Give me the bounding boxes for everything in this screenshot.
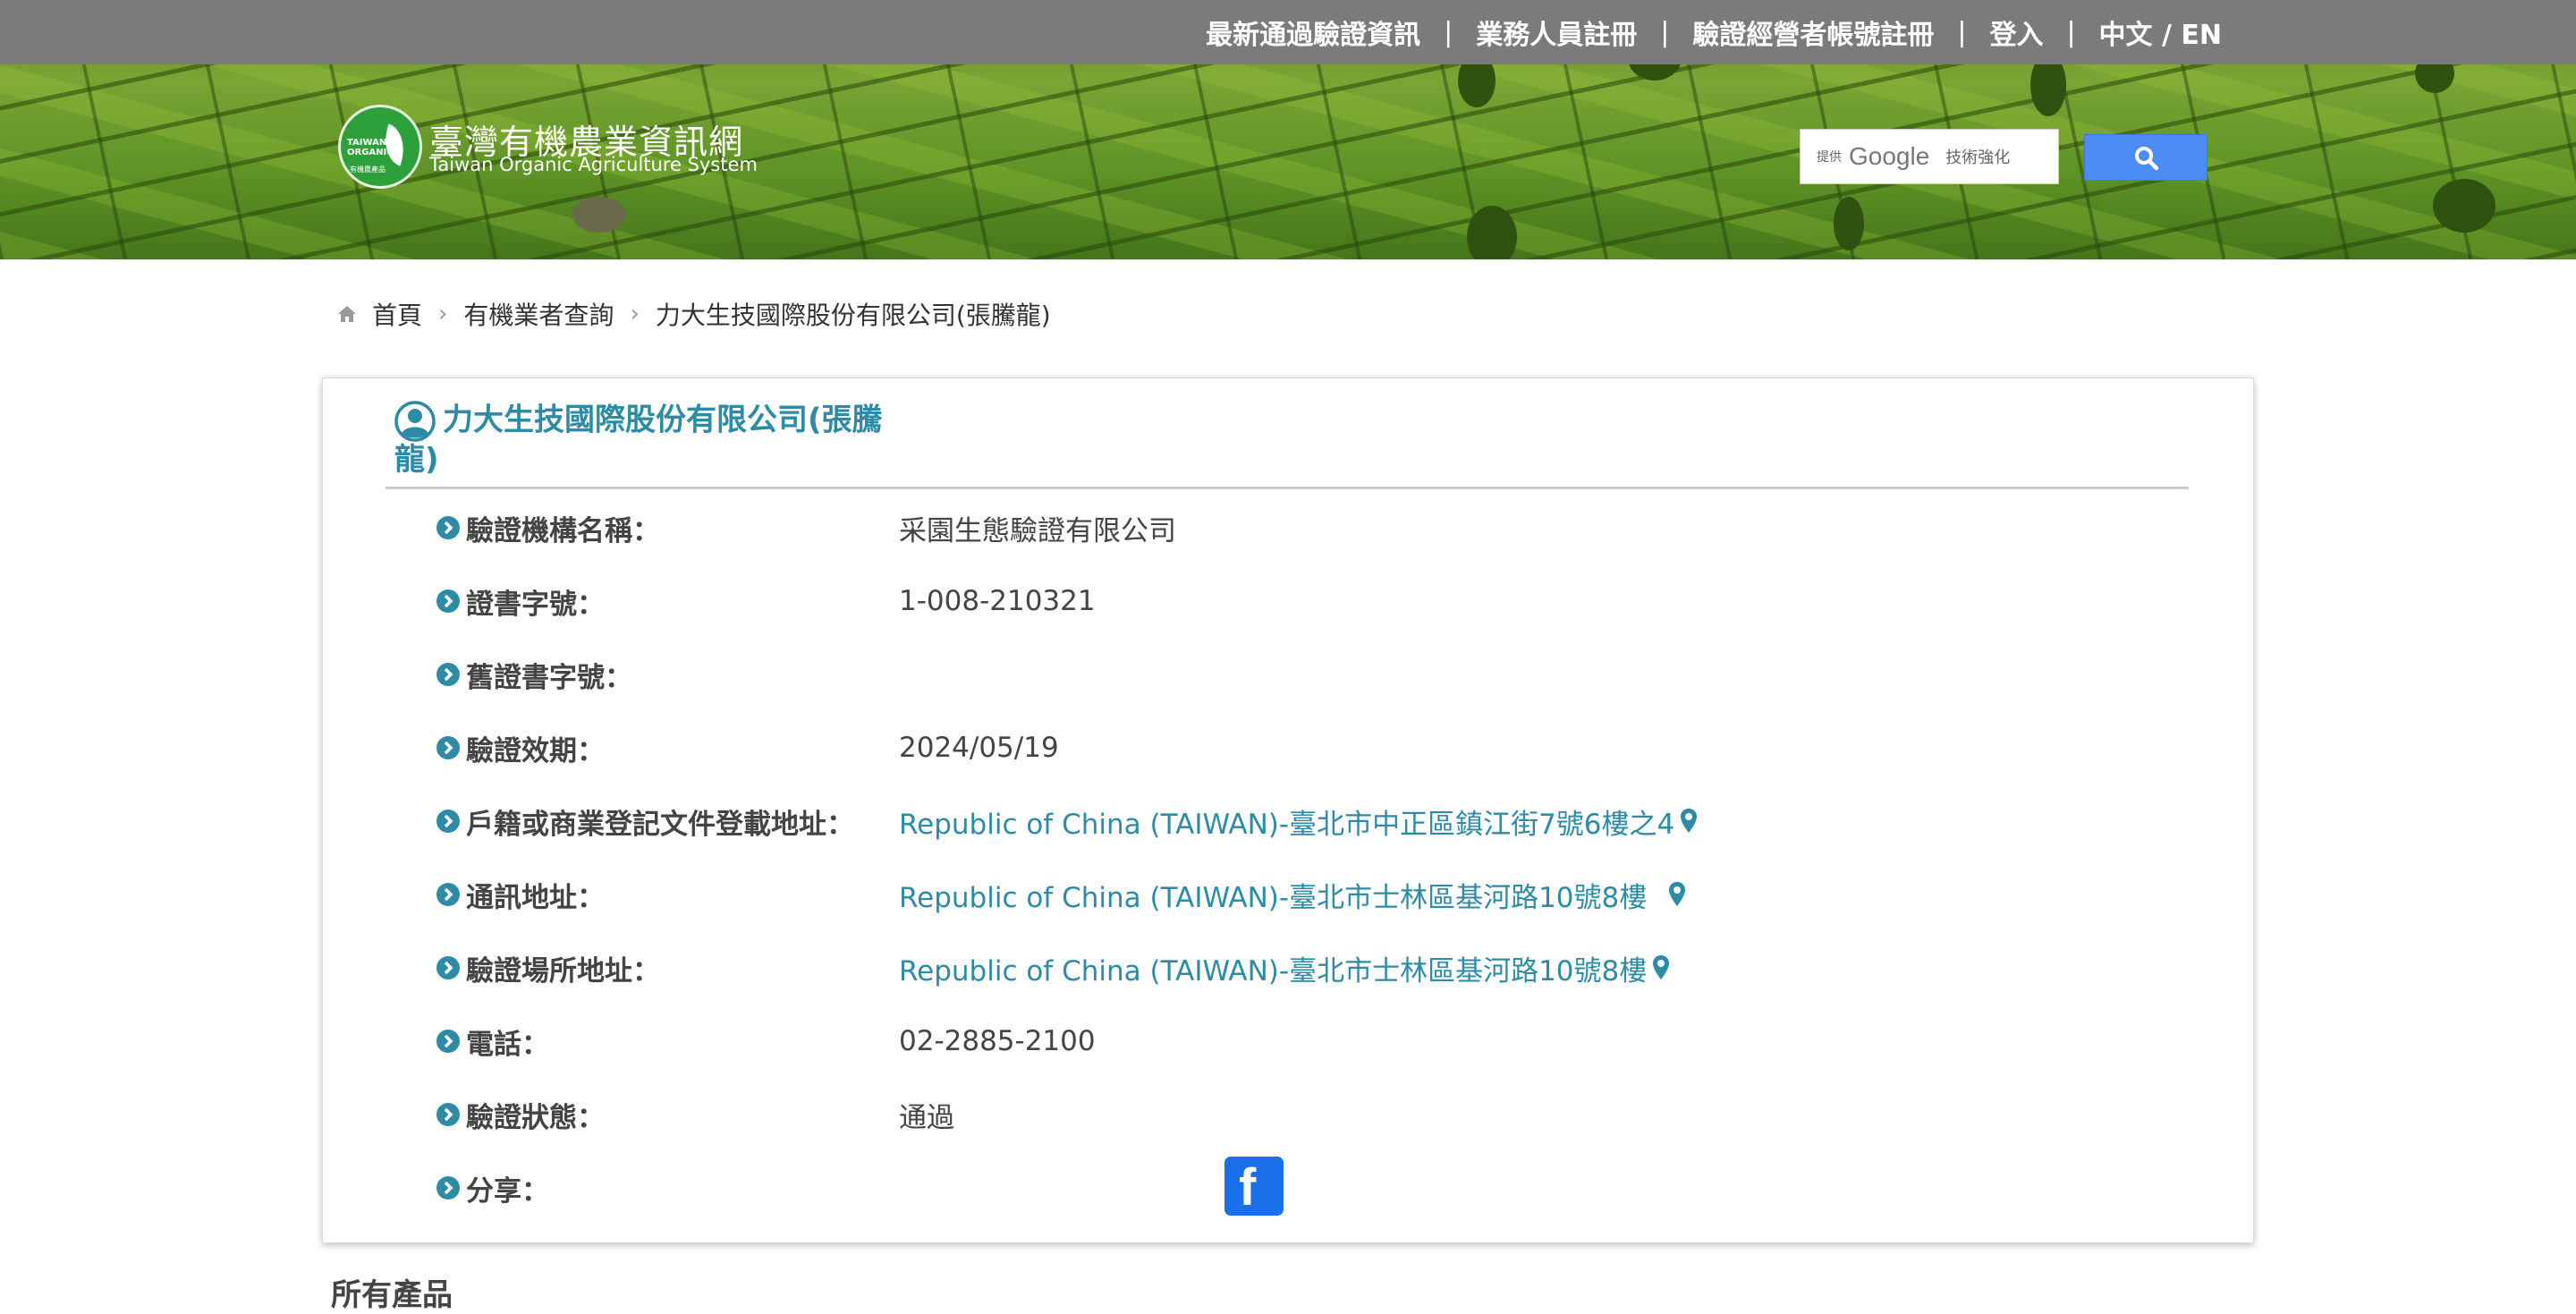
nav-language-switch[interactable]: 中文 / EN bbox=[2099, 13, 2222, 52]
row-label-text: 舊證書字號： bbox=[466, 661, 632, 694]
chevron-circle-right-icon bbox=[436, 589, 460, 613]
chevron-circle-right-icon bbox=[436, 883, 460, 906]
row-label: 驗證效期： bbox=[436, 725, 605, 770]
site-logo[interactable]: TAIWAN ORGANIC 有機農產品 bbox=[338, 105, 422, 189]
nav-divider: | bbox=[1957, 16, 1967, 48]
row-value: 通過 bbox=[899, 1101, 954, 1134]
row-label: 分享： bbox=[436, 1166, 549, 1210]
row-label: 驗證場所地址： bbox=[436, 945, 660, 990]
facebook-share-button[interactable]: f bbox=[1224, 1157, 1284, 1217]
row-label: 電話： bbox=[436, 1019, 549, 1064]
row-label-text: 分享： bbox=[466, 1174, 549, 1208]
user-circle-icon bbox=[394, 401, 436, 442]
row-label: 驗證狀態： bbox=[436, 1092, 605, 1137]
row-value: 采園生態驗證有限公司 bbox=[899, 514, 1176, 547]
search-icon bbox=[2135, 147, 2159, 171]
row-label-text: 電話： bbox=[466, 1028, 549, 1061]
row-label-text: 驗證場所地址： bbox=[466, 954, 660, 988]
row-label-text: 戶籍或商業登記文件登載地址： bbox=[466, 808, 854, 841]
row-label: 戶籍或商業登記文件登載地址： bbox=[436, 799, 854, 844]
row-label: 證書字號： bbox=[436, 579, 605, 623]
chevron-circle-right-icon bbox=[436, 736, 460, 759]
facebook-icon: f bbox=[1239, 1158, 1257, 1217]
products-section-title: 所有產品 bbox=[331, 1277, 453, 1313]
site-subtitle: Taiwan Organic Agriculture System bbox=[429, 154, 758, 175]
mailing-address-link[interactable]: Republic of China (TAIWAN)-臺北市士林區基河路10號8… bbox=[899, 872, 1686, 917]
breadcrumb: 首頁 › 有機業者查詢 › 力大生技國際股份有限公司(張騰龍) bbox=[336, 292, 1051, 336]
row-label-text: 證書字號： bbox=[466, 588, 605, 621]
nav-latest-certification[interactable]: 最新通過驗證資訊 bbox=[1206, 13, 1420, 52]
search-input[interactable]: 提供 Google 技術強化 bbox=[1800, 129, 2059, 184]
nav-login[interactable]: 登入 bbox=[1989, 13, 2043, 52]
row-label: 驗證機構名稱： bbox=[436, 505, 660, 550]
chevron-circle-right-icon bbox=[436, 810, 460, 833]
operator-title: 力大生技國際股份有限公司(張騰龍) bbox=[394, 401, 895, 478]
map-marker-icon bbox=[1681, 809, 1698, 833]
row-label-text: 驗證機構名稱： bbox=[466, 514, 660, 547]
nav-divider: | bbox=[1660, 16, 1670, 48]
breadcrumb-home[interactable]: 首頁 bbox=[372, 296, 422, 332]
logo-text-taiwan: TAIWAN bbox=[347, 138, 387, 148]
row-value-text: Republic of China (TAIWAN)-臺北市中正區鎮江街7號6樓… bbox=[899, 808, 1675, 841]
site-address-link[interactable]: Republic of China (TAIWAN)-臺北市士林區基河路10號8… bbox=[899, 945, 1670, 990]
chevron-right-icon: › bbox=[438, 301, 448, 327]
row-value-text: Republic of China (TAIWAN)-臺北市士林區基河路10號8… bbox=[899, 881, 1657, 914]
chevron-circle-right-icon bbox=[436, 956, 460, 979]
site-header: 最新通過驗證資訊 | 業務人員註冊 | 驗證經營者帳號註冊 | 登入 | 中文 … bbox=[0, 0, 2576, 259]
chevron-right-icon: › bbox=[630, 301, 640, 327]
row-label-text: 驗證狀態： bbox=[466, 1101, 605, 1134]
row-label-text: 通訊地址： bbox=[466, 881, 605, 914]
row-label: 通訊地址： bbox=[436, 872, 605, 917]
row-value: 2024/05/19 bbox=[899, 732, 1059, 764]
row-value: 02-2885-2100 bbox=[899, 1025, 1096, 1057]
chevron-circle-right-icon bbox=[436, 663, 460, 686]
nav-divider: | bbox=[1444, 16, 1453, 48]
operator-title-text: 力大生技國際股份有限公司(張騰龍) bbox=[394, 402, 883, 478]
logo-subtext: 有機農產品 bbox=[350, 165, 386, 174]
operator-detail-card: 力大生技國際股份有限公司(張騰龍) 驗證機構名稱： 采園生態驗證有限公司 證書字… bbox=[322, 377, 2254, 1243]
row-value: 1-008-210321 bbox=[899, 585, 1096, 617]
chevron-circle-right-icon bbox=[436, 1176, 460, 1200]
nav-operator-register[interactable]: 驗證經營者帳號註冊 bbox=[1692, 13, 1934, 52]
registered-address-link[interactable]: Republic of China (TAIWAN)-臺北市中正區鎮江街7號6樓… bbox=[899, 799, 1698, 844]
map-marker-icon bbox=[1653, 955, 1670, 979]
home-icon[interactable] bbox=[336, 304, 358, 324]
breadcrumb-operator-search[interactable]: 有機業者查詢 bbox=[463, 296, 614, 332]
row-label-text: 驗證效期： bbox=[466, 734, 605, 767]
chevron-circle-right-icon bbox=[436, 516, 460, 539]
nav-divider: | bbox=[2066, 16, 2076, 48]
row-label: 舊證書字號： bbox=[436, 652, 632, 697]
nav-staff-register[interactable]: 業務人員註冊 bbox=[1476, 13, 1637, 52]
top-navigation: 最新通過驗證資訊 | 業務人員註冊 | 驗證經營者帳號註冊 | 登入 | 中文 … bbox=[1206, 0, 2222, 64]
search-powered-suffix: 技術強化 bbox=[1945, 148, 2011, 167]
map-marker-icon bbox=[1669, 882, 1686, 906]
row-value-text: Republic of China (TAIWAN)-臺北市士林區基河路10號8… bbox=[899, 954, 1648, 988]
search-button[interactable] bbox=[2084, 134, 2207, 181]
breadcrumb-current: 力大生技國際股份有限公司(張騰龍) bbox=[655, 301, 1051, 330]
title-divider bbox=[386, 487, 2189, 489]
search-google-brand: Google bbox=[1849, 142, 1930, 170]
chevron-circle-right-icon bbox=[436, 1030, 460, 1053]
search-powered-prefix: 提供 bbox=[1817, 150, 1842, 165]
chevron-circle-right-icon bbox=[436, 1103, 460, 1126]
